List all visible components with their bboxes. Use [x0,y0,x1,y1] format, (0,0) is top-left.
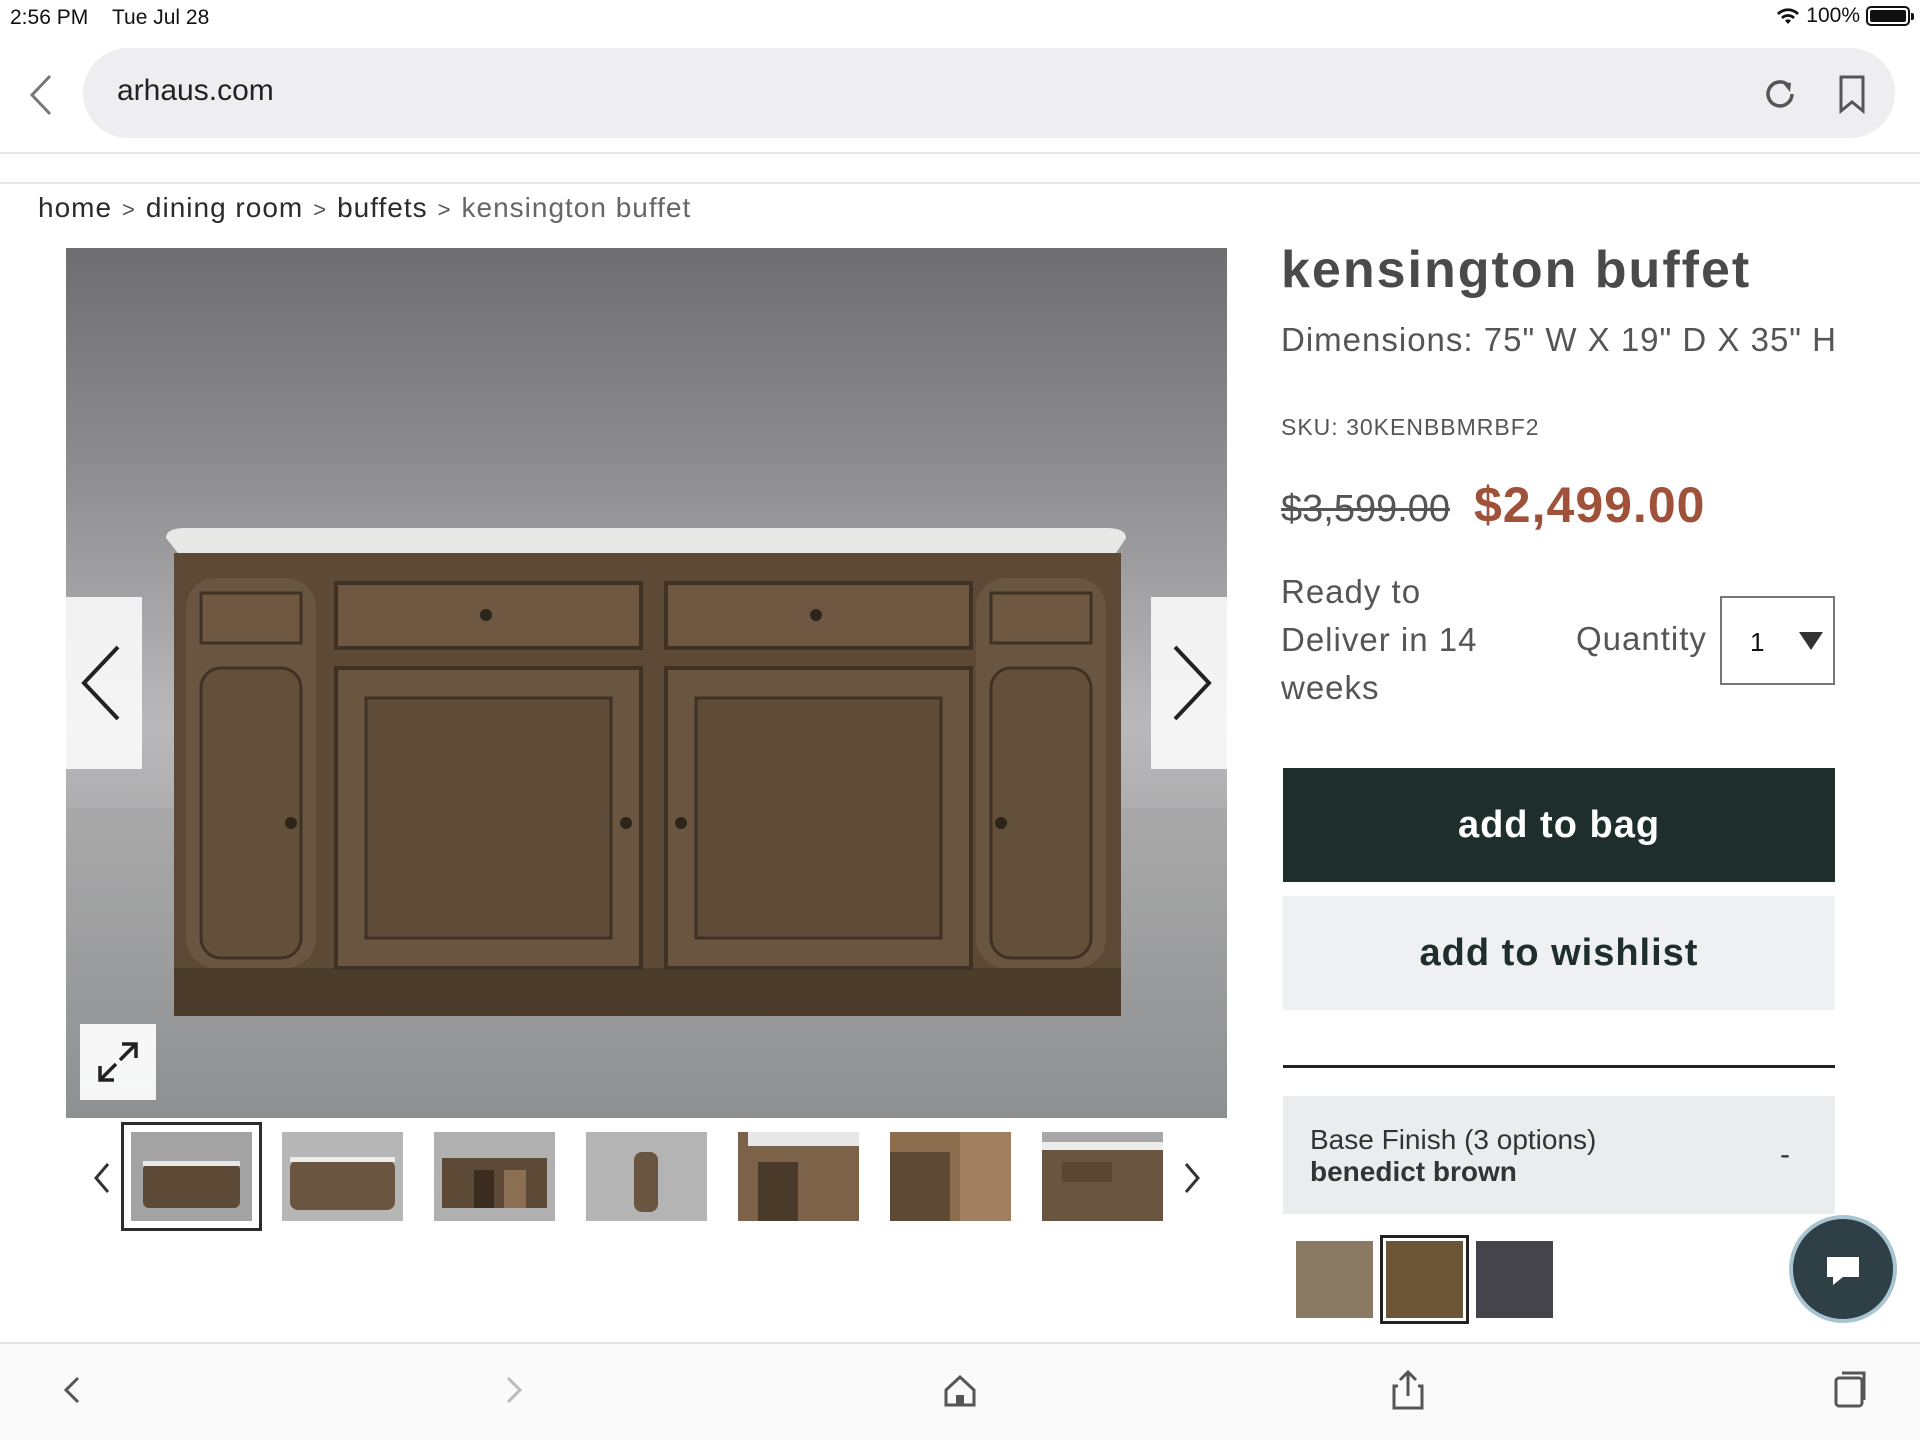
breadcrumb: home > dining room > buffets > kensingto… [38,192,691,224]
swatch-light-wood[interactable] [1296,1241,1373,1318]
url-text[interactable]: arhaus.com [117,74,274,108]
quantity-label: Quantity [1576,620,1707,657]
talk-to-a-designer-button[interactable] [1789,1215,1897,1323]
reload-icon[interactable] [1760,74,1800,114]
add-to-bag-button[interactable]: add to bag [1283,768,1835,882]
buffet-illustration [166,528,1126,1016]
home-icon[interactable] [938,1368,982,1412]
finish-value: benedict brown [1310,1156,1517,1187]
breadcrumb-separator: > [437,197,452,222]
original-price: $3,599.00 [1281,488,1451,530]
breadcrumb-current: kensington buffet [461,192,692,223]
thumbnail[interactable] [282,1132,403,1221]
sale-price: $2,499.00 [1474,477,1706,533]
prev-image-button[interactable] [66,597,142,769]
back-icon[interactable] [50,1368,94,1412]
expand-button[interactable] [80,1024,156,1100]
thumbnail[interactable] [890,1132,1011,1221]
battery-percent: 100% [1806,4,1860,27]
breadcrumb-separator: > [122,197,136,222]
status-date: Tue Jul 28 [112,6,210,29]
swatch-benedict-brown[interactable] [1380,1235,1469,1324]
tabs-icon[interactable] [1828,1368,1872,1412]
product-dimensions: Dimensions: 75" W X 19" D X 35" H [1281,321,1838,358]
expand-icon [98,1042,138,1082]
product-image[interactable] [66,248,1227,1118]
delivery-estimate: Ready to Deliver in 14 weeks [1281,573,1478,706]
forward-icon[interactable] [492,1368,536,1412]
caret-down-icon[interactable] [1799,632,1823,650]
breadcrumb-buffets[interactable]: buffets [337,192,428,224]
finish-label: Base Finish (3 options) [1310,1124,1597,1155]
collapse-toggle[interactable]: - [1780,1138,1790,1172]
back-icon[interactable] [22,70,62,120]
chat-icon [1827,1257,1859,1285]
breadcrumb-home[interactable]: home [38,192,112,224]
quantity-value[interactable]: 1 [1750,627,1764,658]
thumbnail-next-button[interactable] [1176,1158,1206,1198]
status-indicators: 100% [1776,4,1914,28]
product-title: kensington buffet [1281,241,1752,299]
add-to-wishlist-button[interactable]: add to wishlist [1283,896,1835,1010]
chevron-right-icon [1173,645,1212,721]
product-sku: SKU: 30KENBBMRBF2 [1281,414,1540,440]
breadcrumb-separator: > [313,197,328,222]
thumbnail-prev-button[interactable] [88,1158,118,1198]
chevron-left-icon [81,645,120,721]
thumbnail[interactable] [586,1132,707,1221]
thumbnail[interactable] [121,1122,262,1231]
divider [0,152,1920,154]
status-time: 2:56 PM [10,6,89,29]
battery-icon [1866,6,1914,26]
breadcrumb-dining-room[interactable]: dining room [146,192,303,224]
thumbnail[interactable] [738,1132,859,1221]
next-image-button[interactable] [1151,597,1227,769]
divider [1283,1065,1835,1068]
swatch-dark[interactable] [1476,1241,1553,1318]
url-bar[interactable] [83,48,1895,138]
divider [0,182,1920,184]
thumbnail[interactable] [434,1132,555,1221]
thumbnail[interactable] [1042,1132,1163,1221]
share-icon[interactable] [1386,1368,1430,1412]
wifi-icon [1777,8,1800,24]
bookmark-icon[interactable] [1834,74,1870,114]
